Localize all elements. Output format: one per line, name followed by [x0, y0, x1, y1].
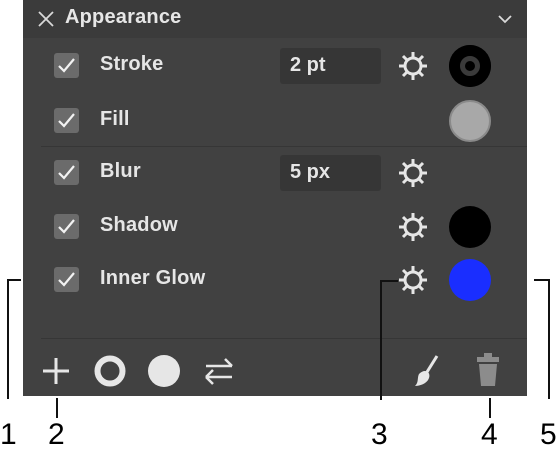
callout-line-3	[380, 280, 382, 400]
callout-number-1: 1	[0, 418, 17, 450]
panel-title: Appearance	[65, 6, 182, 28]
stroke-color-swatch[interactable]	[449, 45, 491, 87]
callout-line-1-tick	[7, 279, 21, 281]
shadow-label: Shadow	[100, 214, 178, 236]
row-fill: Fill	[23, 94, 527, 148]
gear-icon[interactable]	[397, 157, 429, 189]
stroke-width-field[interactable]: 2 pt	[280, 48, 381, 84]
fill-circle-icon[interactable]	[147, 354, 181, 388]
close-icon[interactable]	[36, 9, 56, 29]
callout-number-2: 2	[48, 418, 65, 450]
callout-line-1	[7, 279, 9, 399]
gear-icon[interactable]	[397, 264, 429, 296]
checkmark-icon	[58, 219, 75, 234]
row-blur: Blur 5 px	[23, 146, 527, 200]
callout-line-2	[56, 398, 58, 418]
checkmark-icon	[58, 113, 75, 128]
callout-line-4	[489, 398, 491, 418]
stroke-label: Stroke	[100, 53, 164, 75]
inner-glow-color-swatch[interactable]	[449, 259, 491, 301]
trash-icon[interactable]	[475, 352, 501, 388]
brush-icon[interactable]	[413, 354, 443, 388]
checkmark-icon	[58, 58, 75, 73]
callout-number-5: 5	[540, 418, 557, 450]
callout-line-5	[548, 279, 550, 399]
blur-radius-field[interactable]: 5 px	[280, 155, 381, 191]
stroke-checkbox[interactable]	[54, 53, 79, 78]
swap-icon[interactable]	[203, 356, 235, 386]
divider	[41, 338, 527, 339]
row-shadow: Shadow	[23, 200, 527, 254]
callout-number-3: 3	[371, 418, 388, 450]
stroke-circle-icon[interactable]	[93, 354, 127, 388]
shadow-color-swatch[interactable]	[449, 206, 491, 248]
inner-glow-label: Inner Glow	[100, 267, 206, 289]
inner-glow-checkbox[interactable]	[54, 267, 79, 292]
shadow-checkbox[interactable]	[54, 214, 79, 239]
chevron-down-icon[interactable]	[497, 13, 513, 25]
footer-toolbar	[23, 344, 527, 396]
checkmark-icon	[58, 272, 75, 287]
blur-checkbox[interactable]	[54, 160, 79, 185]
row-stroke: Stroke 2 pt	[23, 39, 527, 93]
fill-color-swatch[interactable]	[449, 100, 491, 142]
appearance-panel: Appearance Stroke 2 pt Fill Blur 5 px Sh…	[23, 0, 527, 396]
add-icon[interactable]	[41, 356, 71, 386]
fill-checkbox[interactable]	[54, 108, 79, 133]
panel-header: Appearance	[23, 0, 527, 38]
checkmark-icon	[58, 165, 75, 180]
callout-number-4: 4	[481, 418, 498, 450]
callout-line-3-tick	[380, 280, 398, 282]
gear-icon[interactable]	[397, 50, 429, 82]
row-inner-glow: Inner Glow	[23, 253, 527, 307]
blur-label: Blur	[100, 160, 141, 182]
callout-line-5-tick	[534, 279, 550, 281]
fill-label: Fill	[100, 108, 130, 130]
gear-icon[interactable]	[397, 211, 429, 243]
